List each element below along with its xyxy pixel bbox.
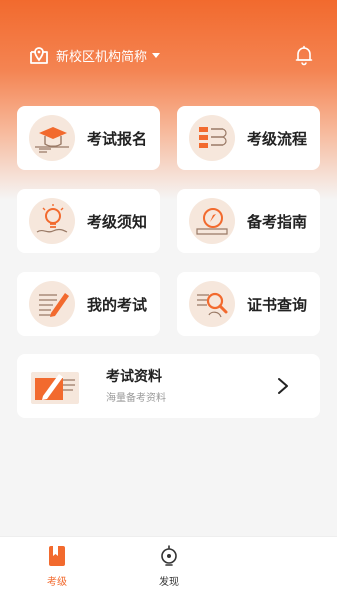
card-label: 备考指南 — [247, 212, 308, 231]
discover-bulb-icon — [161, 545, 177, 566]
prep-guide-card[interactable]: 备考指南 — [177, 189, 320, 253]
pencil-paper-icon — [29, 281, 75, 327]
card-label: 考级须知 — [87, 212, 148, 231]
tab-discover[interactable]: 发现 — [139, 545, 199, 588]
header-background — [0, 0, 337, 200]
lightbulb-icon — [29, 198, 75, 244]
exam-signup-card[interactable]: 考试报名 — [17, 106, 160, 170]
book-icon — [49, 546, 65, 566]
certificate-query-card[interactable]: 证书查询 — [177, 272, 320, 336]
tab-label: 考级 — [47, 577, 67, 588]
exam-materials-card[interactable]: 考试资料 海量备考资料 — [17, 354, 320, 418]
graduation-cap-icon — [29, 115, 75, 161]
magnifier-icon — [189, 281, 235, 327]
materials-subtitle: 海量备考资料 — [106, 393, 166, 404]
card-label: 我的考试 — [87, 295, 148, 314]
campus-selector[interactable]: 新校区机构简称 — [28, 44, 161, 66]
campus-name: 新校区机构简称 — [56, 49, 148, 65]
card-label: 证书查询 — [247, 295, 308, 314]
card-label: 考级流程 — [247, 129, 308, 148]
tab-label: 发现 — [159, 577, 179, 588]
materials-title: 考试资料 — [106, 369, 162, 385]
tab-grading[interactable]: 考级 — [27, 545, 87, 588]
chevron-right-icon — [278, 378, 288, 394]
card-label: 考试报名 — [87, 129, 148, 148]
location-pin-icon — [30, 47, 48, 64]
my-exam-card[interactable]: 我的考试 — [17, 272, 160, 336]
exam-notice-card[interactable]: 考级须知 — [17, 189, 160, 253]
bottom-tab-bar: 考级 发现 — [0, 536, 337, 600]
process-flow-icon — [189, 115, 235, 161]
bell-icon[interactable] — [293, 44, 315, 66]
grading-process-card[interactable]: 考级流程 — [177, 106, 320, 170]
book-pencil-icon — [31, 372, 79, 404]
top-bar: 新校区机构简称 — [0, 40, 337, 72]
caret-down-icon — [152, 52, 161, 58]
compass-icon — [189, 198, 235, 244]
